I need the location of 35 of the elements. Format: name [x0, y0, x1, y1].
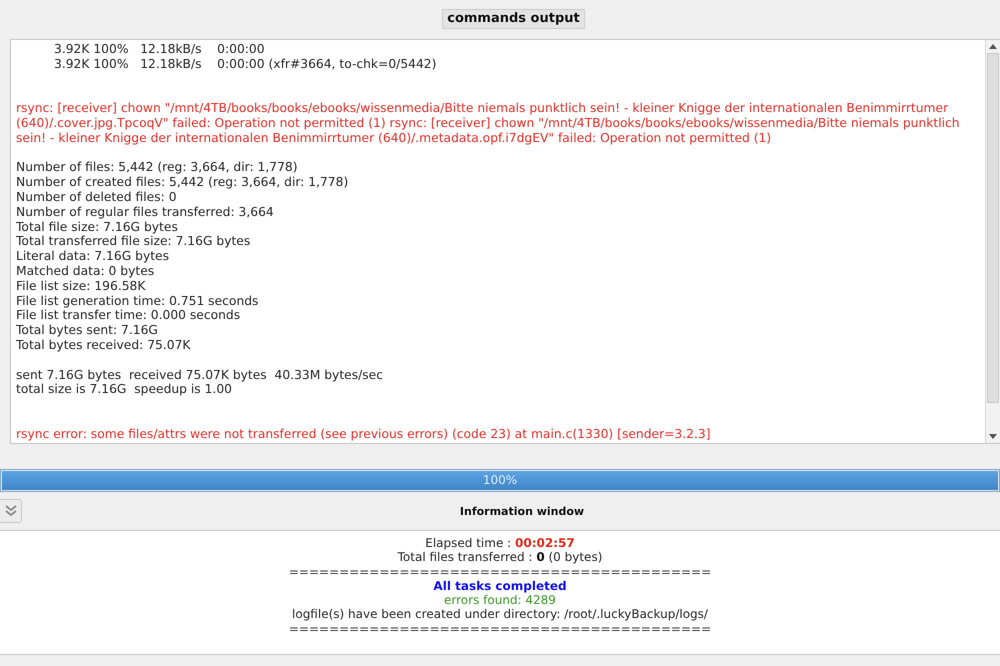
log-line: 3.92K 100% 12.18kB/s 0:00:00 (xfr#3664, to-chk=0/5442): [54, 56, 438, 72]
log-line: sent 7.16G bytes received 75.07K bytes 40.33M bytes/sec: [16, 368, 384, 382]
separator-text: ==========================================: [288, 564, 712, 579]
log-line: rsync: [receiver] chown "/mnt/4TB/books/books/ebooks/wissenmedia/Bitte niemals punktlich sein! - kleiner Knigge der internationalen Benimmirrtumer (640)/.cover.jpg.TpcoqV" failed: Operation not permitted (1) rsync: [receiver] chown "/mnt/4TB/books/books/ebooks/wissenmedia/Bitte niemals punktlich sein! - kleiner Knigge der internationalen Benimmirrtumer (640)/.metadata.opf.i7dgEV" failed: Operation not permitted (1): [16, 101, 961, 146]
error-count-text: errors found: 4289: [444, 593, 556, 608]
double-chevron-icon: [4, 505, 16, 517]
log-line: Number of created files: 5,442 (reg: 3,664, dir: 1,778): [16, 175, 350, 190]
toggle-button[interactable]: [0, 499, 22, 523]
log-line: Total file size: 7.16G bytes: [16, 220, 179, 234]
log-line: total size is 7.16G speedup is 1.00: [16, 382, 234, 398]
log-line: Total transferred file size: 7.16G bytes: [16, 234, 252, 250]
log-line: Number of deleted files: 0: [16, 190, 178, 205]
log-line: File list transfer time: 0.000 seconds: [16, 308, 242, 324]
status-message: All tasks completed: [433, 578, 567, 593]
log-line: File list size: 196.58K: [16, 278, 146, 294]
log-line: rsync error: some files/attrs were not transferred (see previous errors) (code 23) at main.c(1330) [sender=3.2.3]: [16, 426, 712, 442]
log-line: Total bytes sent: 7.16G: [16, 323, 159, 338]
log-line: Number of regular files transferred: 3,664: [16, 204, 275, 220]
progress-label: 100%: [482, 473, 518, 488]
log-line: Matched data: 0 bytes: [16, 264, 156, 279]
separator-text: ==========================================: [288, 622, 712, 636]
elapsed-time-text: Elapsed time : 00:02:57: [425, 536, 575, 550]
scrollbar-thumb[interactable]: [987, 53, 999, 403]
down-arrow-icon[interactable]: [989, 434, 997, 439]
log-line: Number of files: 5,442 (reg: 3,664, dir: 1,778): [16, 160, 299, 176]
up-arrow-icon[interactable]: [989, 44, 997, 49]
info-text: logfile(s) have been created under directory: /root/.luckyBackup/logs/: [292, 607, 708, 622]
scrollbar[interactable]: [985, 40, 1000, 443]
panel-title: Information window: [458, 504, 586, 518]
log-line: Total bytes received: 75.07K: [16, 338, 192, 353]
info-text: Total files transferred : 0 (0 bytes): [398, 550, 602, 564]
log-line: File list generation time: 0.751 seconds: [16, 294, 260, 308]
log-line: 3.92K 100% 12.18kB/s 0:00:00: [54, 42, 266, 57]
log-line: Literal data: 7.16G bytes: [16, 249, 170, 264]
section-title: commands output: [442, 9, 585, 29]
